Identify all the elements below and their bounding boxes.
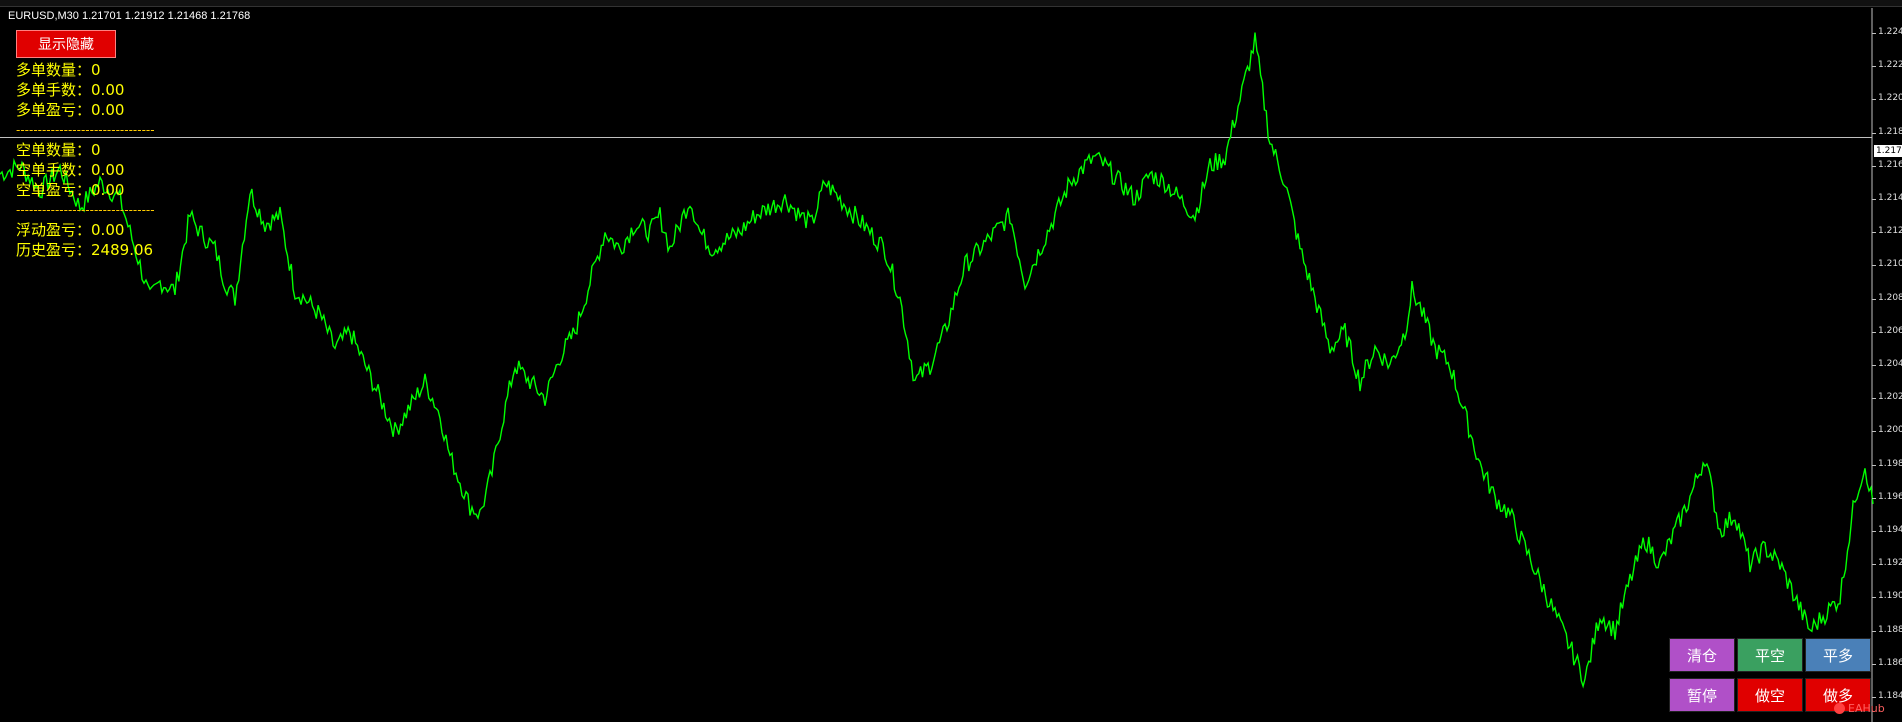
history-pnl-value: 2489.06 (91, 241, 154, 259)
long-count-label: 多单数量： (16, 61, 92, 79)
separator-2: -------------------------------- (16, 203, 155, 217)
long-pnl-row: 多单盈亏：0.00 (16, 100, 191, 120)
chart-header: EURUSD,M30 1.21701 1.21912 1.21468 1.217… (8, 10, 250, 22)
price-tick-mark (1872, 66, 1876, 68)
price-tick-label: 1.184 (1878, 691, 1902, 702)
price-tick-label: 1.190 (1878, 591, 1902, 602)
short-pnl-label: 空单盈亏： (16, 181, 92, 199)
price-tick-mark (1872, 630, 1876, 632)
price-tick-mark (1872, 165, 1876, 167)
price-chart[interactable] (0, 0, 1902, 722)
price-tick-label: 1.212 (1878, 226, 1902, 237)
close-short-button[interactable]: 平空 (1737, 638, 1803, 672)
show-hide-button[interactable]: 显示隐藏 (16, 30, 116, 58)
ohlc-values: 1.21701 1.21912 1.21468 1.21768 (81, 10, 251, 22)
price-tick-mark (1872, 132, 1876, 134)
long-count-value: 0 (91, 61, 101, 79)
watermark: EAHub (1848, 702, 1885, 715)
price-tick-label: 1.198 (1878, 458, 1902, 469)
floating-pnl-row: 浮动盈亏：0.00 (16, 220, 191, 240)
short-count-value: 0 (91, 141, 101, 159)
price-tick-label: 1.216 (1878, 159, 1902, 170)
price-tick-label: 1.218 (1878, 126, 1902, 137)
price-series-line (0, 32, 1874, 689)
stats-panel: 多单数量：0 多单手数：0.00 多单盈亏：0.00 -------------… (16, 60, 191, 260)
pause-button[interactable]: 暂停 (1669, 678, 1735, 712)
history-pnl-row: 历史盈亏：2489.06 (16, 240, 191, 260)
short-count-row: 空单数量：0 (16, 140, 191, 160)
price-tick-mark (1872, 597, 1876, 599)
price-tick-mark (1872, 431, 1876, 433)
current-price-label: 1.217 (1874, 145, 1902, 157)
short-lots-label: 空单手数： (16, 161, 92, 179)
short-lots-row: 空单手数：0.00 (16, 160, 191, 180)
eahub-logo-icon (1834, 703, 1845, 714)
price-tick-mark (1872, 464, 1876, 466)
symbol-label: EURUSD,M30 (8, 10, 79, 22)
price-tick-label: 1.194 (1878, 525, 1902, 536)
short-lots-value: 0.00 (91, 161, 125, 179)
price-tick-label: 1.224 (1878, 26, 1902, 37)
price-tick-label: 1.220 (1878, 93, 1902, 104)
price-tick-mark (1872, 697, 1876, 699)
long-lots-row: 多单手数：0.00 (16, 80, 191, 100)
price-tick-label: 1.188 (1878, 624, 1902, 635)
long-pnl-value: 0.00 (91, 101, 125, 119)
price-tick-mark (1872, 298, 1876, 300)
price-tick-label: 1.202 (1878, 392, 1902, 403)
history-pnl-label: 历史盈亏： (16, 241, 92, 259)
price-tick-label: 1.210 (1878, 259, 1902, 270)
clear-all-button[interactable]: 清仓 (1669, 638, 1735, 672)
price-tick-label: 1.192 (1878, 558, 1902, 569)
price-tick-label: 1.214 (1878, 192, 1902, 203)
price-tick-label: 1.204 (1878, 359, 1902, 369)
separator-1: -------------------------------- (16, 123, 155, 137)
price-tick-mark (1872, 564, 1876, 566)
price-tick-label: 1.208 (1878, 292, 1902, 303)
short-pnl-row: 空单盈亏：0.00 (16, 180, 191, 200)
close-long-button[interactable]: 平多 (1805, 638, 1871, 672)
price-tick-mark (1872, 398, 1876, 400)
price-tick-label: 1.222 (1878, 60, 1902, 71)
price-tick-mark (1872, 531, 1876, 533)
price-tick-label: 1.196 (1878, 491, 1902, 502)
price-tick-mark (1872, 32, 1876, 34)
price-tick-mark (1872, 99, 1876, 101)
floating-pnl-value: 0.00 (91, 221, 125, 239)
price-tick-mark (1872, 198, 1876, 200)
price-tick-label: 1.200 (1878, 425, 1902, 436)
open-short-button[interactable]: 做空 (1737, 678, 1803, 712)
price-tick-mark (1872, 497, 1876, 499)
long-count-row: 多单数量：0 (16, 60, 191, 80)
short-pnl-value: 0.00 (91, 181, 125, 199)
long-pnl-label: 多单盈亏： (16, 101, 92, 119)
long-lots-label: 多单手数： (16, 81, 92, 99)
price-tick-mark (1872, 365, 1876, 366)
price-tick-label: 1.206 (1878, 325, 1902, 336)
long-lots-value: 0.00 (91, 81, 125, 99)
price-tick-mark (1872, 232, 1876, 234)
floating-pnl-label: 浮动盈亏： (16, 221, 92, 239)
short-count-label: 空单数量： (16, 141, 92, 159)
price-tick-mark (1872, 663, 1876, 665)
price-tick-mark (1872, 265, 1876, 267)
price-tick-label: 1.186 (1878, 657, 1902, 668)
price-tick-mark (1872, 331, 1876, 333)
